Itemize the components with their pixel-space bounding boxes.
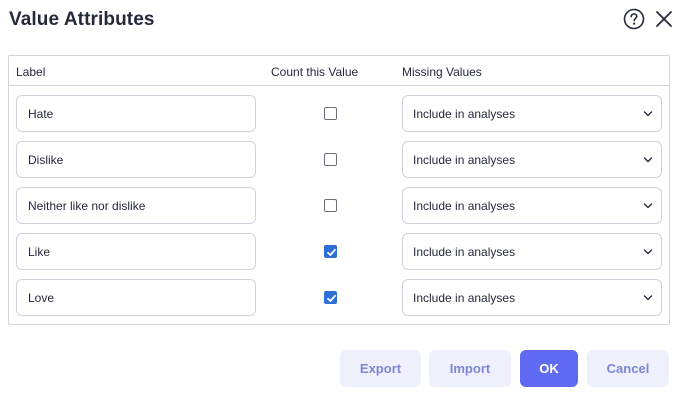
chevron-down-icon	[643, 203, 653, 209]
table-row: Include in analyses	[9, 141, 669, 179]
checkmark-icon	[327, 248, 336, 256]
import-button[interactable]: Import	[429, 350, 511, 387]
table-row: Include in analyses	[9, 279, 669, 317]
missing-values-select[interactable]: Include in analyses	[402, 95, 662, 132]
chevron-down-icon	[643, 249, 653, 255]
checkmark-icon	[327, 294, 336, 302]
export-button[interactable]: Export	[340, 350, 421, 387]
select-value: Include in analyses	[413, 199, 516, 213]
count-checkbox[interactable]	[324, 245, 337, 258]
missing-values-select[interactable]: Include in analyses	[402, 279, 662, 316]
table-row: Include in analyses	[9, 95, 669, 133]
value-attributes-dialog: Value Attributes Label Count this Value …	[0, 0, 677, 399]
close-icon[interactable]	[654, 9, 674, 29]
ok-button[interactable]: OK	[520, 350, 578, 387]
column-header-label: Label	[16, 65, 46, 79]
select-value: Include in analyses	[413, 107, 516, 121]
label-input[interactable]	[16, 95, 256, 132]
chevron-down-icon	[643, 157, 653, 163]
table-header: Label Count this Value Missing Values	[9, 56, 669, 86]
chevron-down-icon	[643, 295, 653, 301]
select-value: Include in analyses	[413, 291, 516, 305]
missing-values-select[interactable]: Include in analyses	[402, 233, 662, 270]
label-input[interactable]	[16, 233, 256, 270]
label-input[interactable]	[16, 279, 256, 316]
select-value: Include in analyses	[413, 245, 516, 259]
table-row: Include in analyses	[9, 233, 669, 271]
label-input[interactable]	[16, 187, 256, 224]
count-checkbox[interactable]	[324, 291, 337, 304]
select-value: Include in analyses	[413, 153, 516, 167]
label-input[interactable]	[16, 141, 256, 178]
column-header-missing: Missing Values	[402, 65, 482, 79]
missing-values-select[interactable]: Include in analyses	[402, 141, 662, 178]
dialog-title: Value Attributes	[9, 9, 155, 30]
cancel-button[interactable]: Cancel	[587, 350, 669, 387]
column-header-count: Count this Value	[271, 65, 359, 79]
table-row: Include in analyses	[9, 187, 669, 225]
count-checkbox[interactable]	[324, 153, 337, 166]
value-attributes-table: Label Count this Value Missing Values In…	[8, 55, 670, 325]
count-checkbox[interactable]	[324, 107, 337, 120]
count-checkbox[interactable]	[324, 199, 337, 212]
help-icon[interactable]	[623, 8, 645, 30]
chevron-down-icon	[643, 111, 653, 117]
missing-values-select[interactable]: Include in analyses	[402, 187, 662, 224]
